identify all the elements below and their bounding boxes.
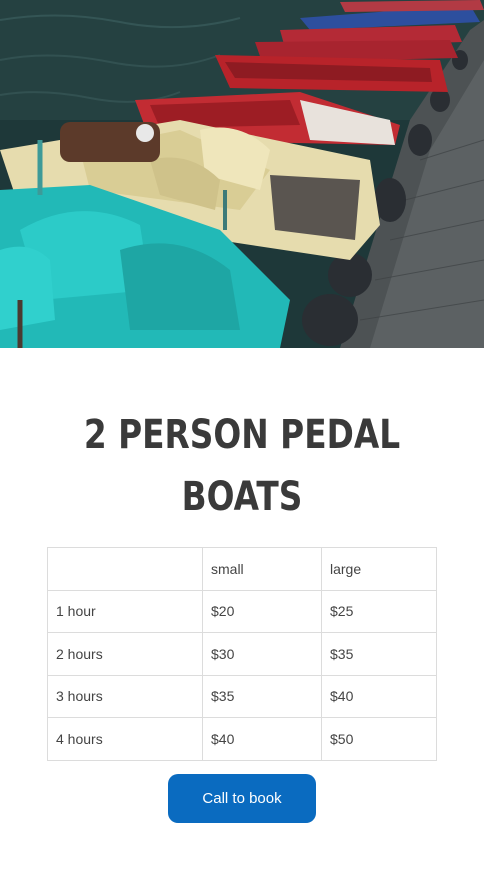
- small-price-cell: $20: [202, 589, 322, 633]
- hero-image: [0, 0, 484, 348]
- large-price-cell: $25: [321, 589, 437, 633]
- table-row: 1 hour $20 $25: [47, 589, 437, 633]
- title-line-1: 2 PERSON PEDAL: [83, 412, 401, 458]
- duration-cell: 3 hours: [47, 674, 203, 718]
- duration-cell: 1 hour: [47, 589, 203, 633]
- small-price-cell: $30: [202, 632, 322, 676]
- table-row: 2 hours $30 $35: [47, 632, 437, 676]
- small-price-cell: $35: [202, 674, 322, 718]
- title-line-2: BOATS: [181, 474, 303, 520]
- table-row: 3 hours $35 $40: [47, 674, 437, 718]
- page-title: 2 PERSON PEDAL BOATS: [44, 404, 441, 528]
- call-to-book-button[interactable]: Call to book: [168, 774, 316, 823]
- large-price-cell: $35: [321, 632, 437, 676]
- large-price-cell: $40: [321, 674, 437, 718]
- duration-cell: 4 hours: [47, 717, 203, 761]
- header-cell-small: small: [202, 547, 322, 591]
- pricing-table: small large 1 hour $20 $25 2 hours $30 $…: [47, 547, 437, 761]
- header-cell-large: large: [321, 547, 437, 591]
- duration-cell: 2 hours: [47, 632, 203, 676]
- table-row: 4 hours $40 $50: [47, 717, 437, 761]
- small-price-cell: $40: [202, 717, 322, 761]
- table-header-row: small large: [47, 547, 437, 591]
- header-cell-empty: [47, 547, 203, 591]
- large-price-cell: $50: [321, 717, 437, 761]
- pedal-boats-photo: [0, 0, 484, 348]
